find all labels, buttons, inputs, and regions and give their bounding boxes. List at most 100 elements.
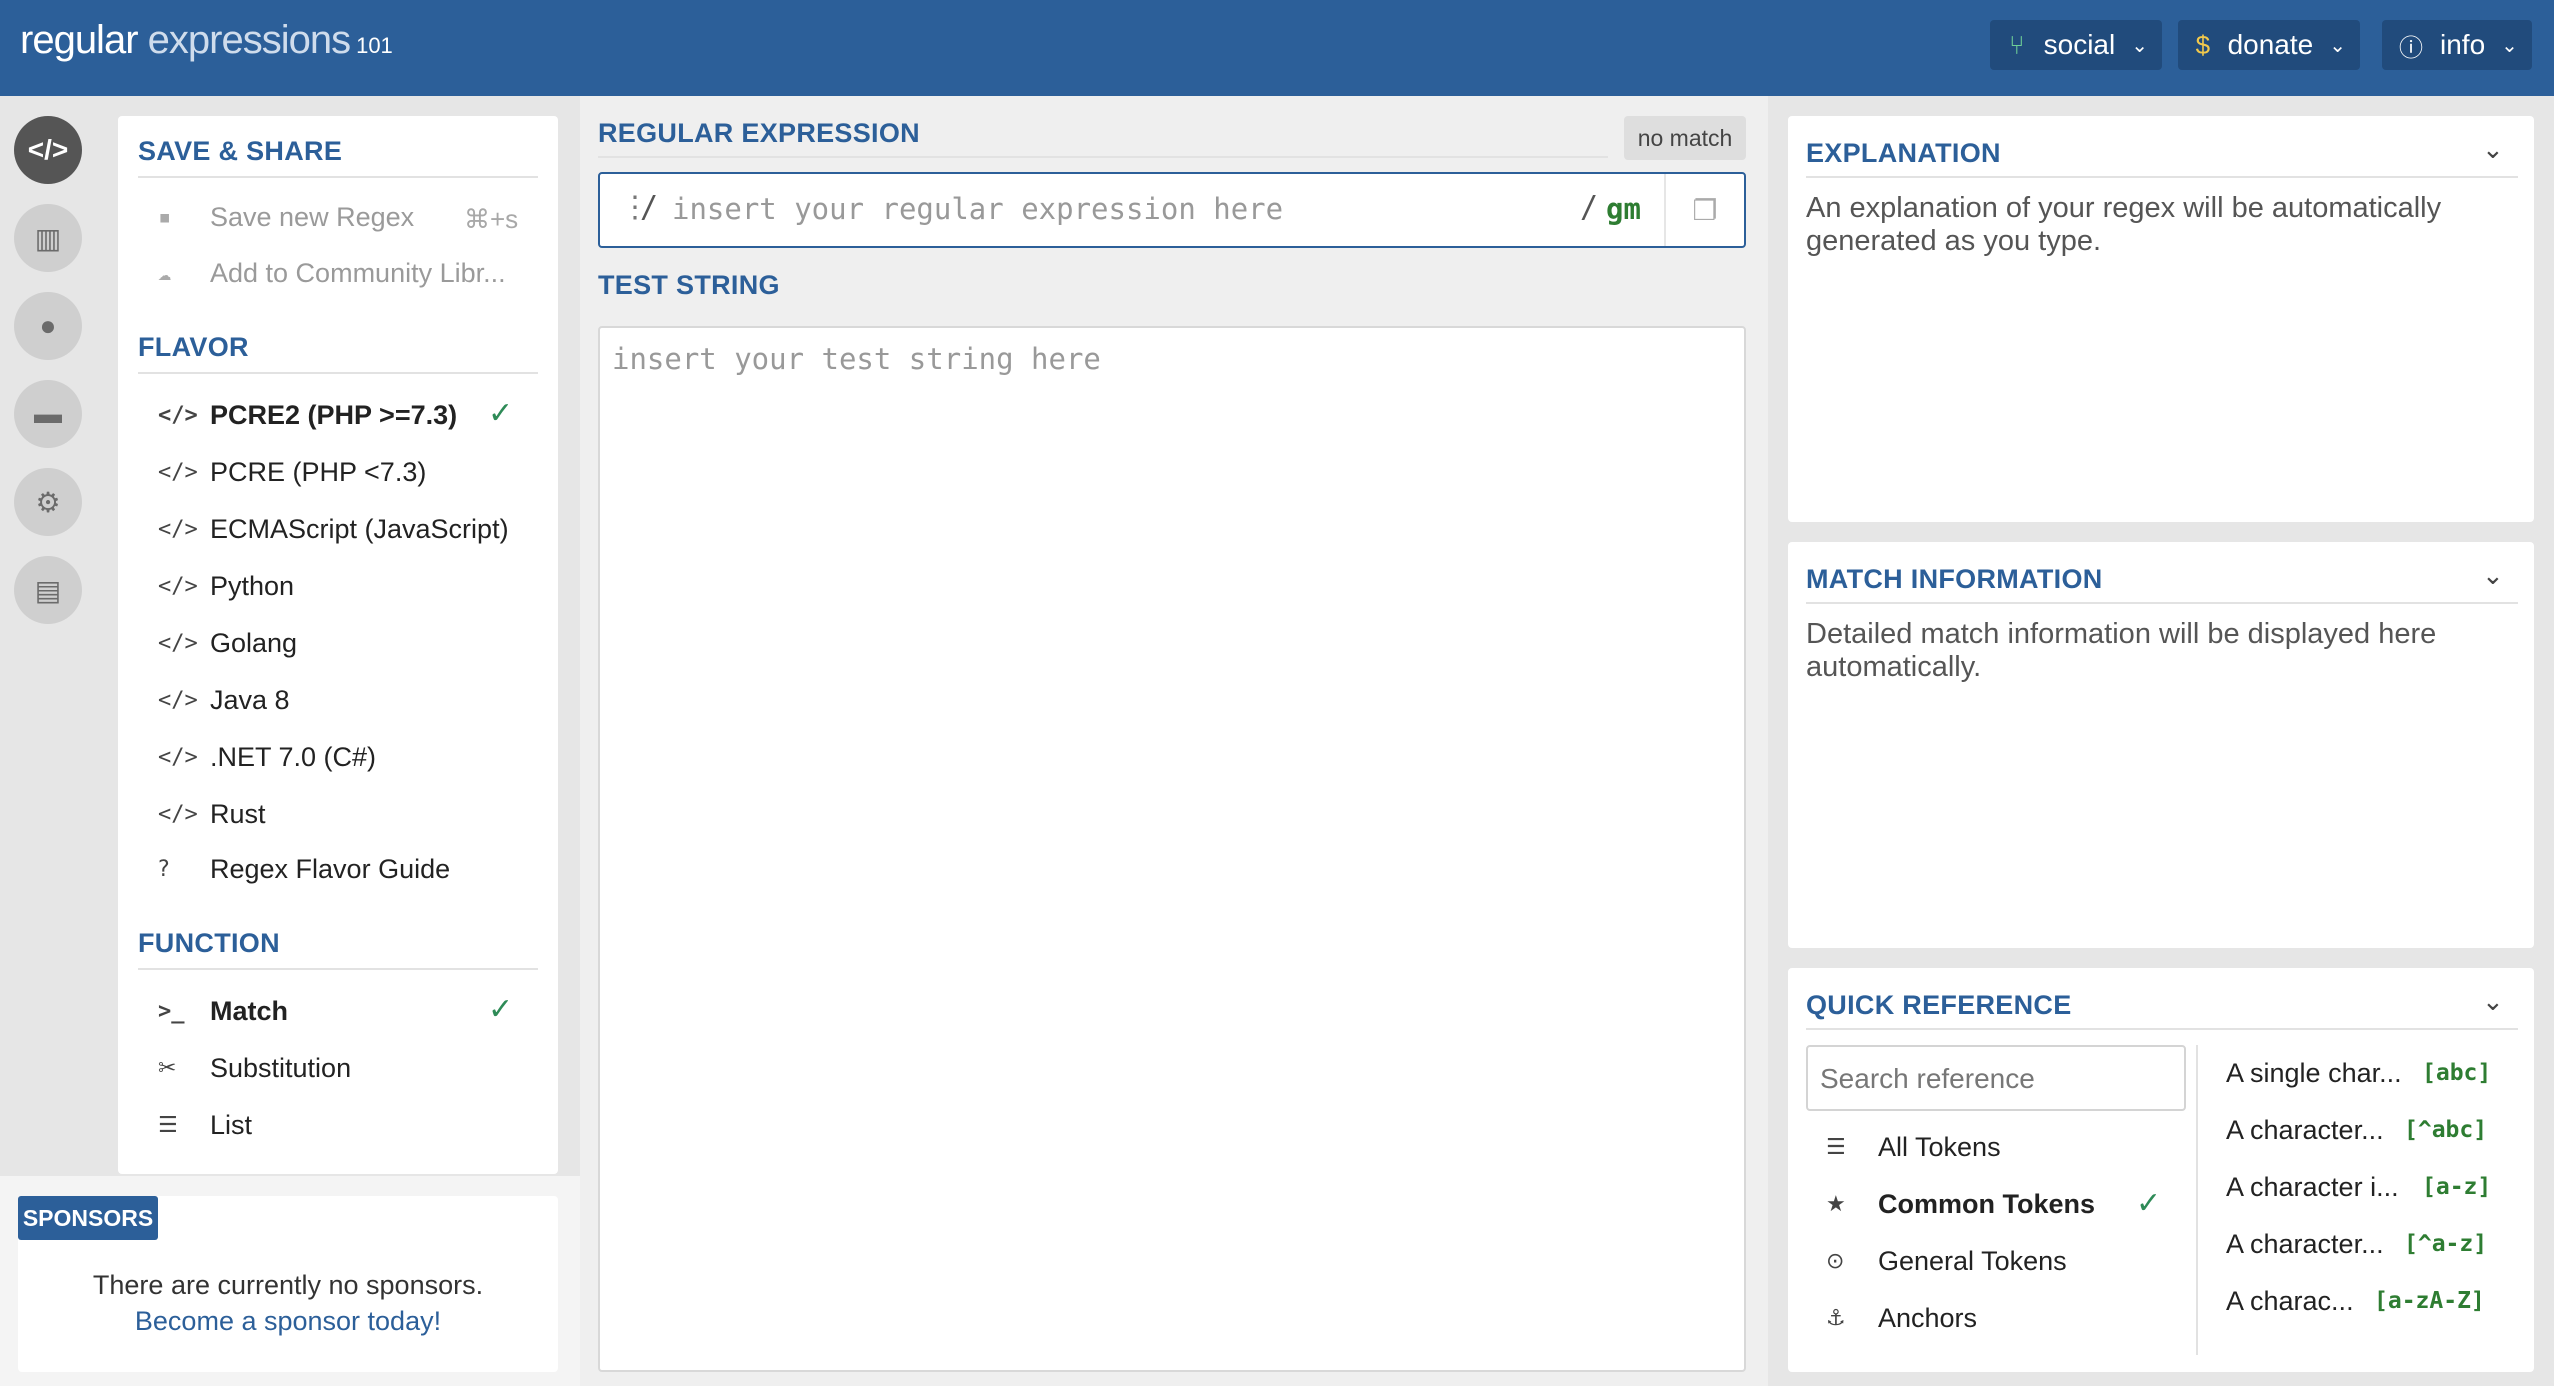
flavor-label: Java 8 bbox=[210, 685, 290, 715]
list-icon: ☰ bbox=[158, 1113, 178, 1138]
function-list[interactable]: ☰ List bbox=[158, 1110, 252, 1141]
flavor-dotnet[interactable]: </> .NET 7.0 (C#) bbox=[158, 742, 376, 773]
stack-icon: ☰ bbox=[1826, 1135, 1846, 1160]
divider bbox=[138, 176, 538, 178]
function-substitution[interactable]: ✂ Substitution bbox=[158, 1053, 351, 1084]
check-icon: ✓ bbox=[488, 993, 514, 1026]
function-match[interactable]: >_ Match bbox=[158, 996, 288, 1027]
test-string-area[interactable]: insert your test string here bbox=[598, 326, 1746, 1372]
flavor-label: Regex Flavor Guide bbox=[210, 854, 451, 884]
regex-open-delimiter: / bbox=[640, 190, 659, 225]
flavor-java[interactable]: </> Java 8 bbox=[158, 685, 290, 716]
token-desc: A character... bbox=[2226, 1229, 2384, 1259]
token-item[interactable]: A single char... [abc] bbox=[2226, 1058, 2491, 1089]
chevron-down-icon[interactable]: ⌄ bbox=[2482, 986, 2504, 1017]
save-regex-item[interactable]: ▪ Save new Regex bbox=[158, 202, 414, 233]
code-icon: </> bbox=[158, 688, 198, 713]
category-all-tokens[interactable]: ☰ All Tokens bbox=[1826, 1132, 2001, 1163]
flavor-golang[interactable]: </> Golang bbox=[158, 628, 297, 659]
info-label: info bbox=[2440, 29, 2486, 60]
social-button[interactable]: ⑂ social ⌄ bbox=[1990, 20, 2162, 70]
token-code: [^abc] bbox=[2404, 1117, 2488, 1143]
sponsors-tag: SPONSORS bbox=[18, 1196, 158, 1240]
target-icon: ⊙ bbox=[1826, 1249, 1845, 1274]
chat-icon: ▤ bbox=[34, 574, 62, 606]
regex-close-delimiter: / bbox=[1580, 190, 1599, 225]
become-sponsor-link[interactable]: Become a sponsor today! bbox=[135, 1306, 441, 1336]
divider bbox=[1806, 1028, 2518, 1030]
chat-rail-button[interactable]: ▤ bbox=[14, 556, 82, 624]
category-label: Anchors bbox=[1878, 1303, 1978, 1333]
user-icon: ● bbox=[39, 310, 57, 341]
editor-rail-button[interactable]: </> bbox=[14, 116, 82, 184]
regex-flags[interactable]: gm bbox=[1606, 192, 1641, 226]
token-desc: A charac... bbox=[2226, 1286, 2354, 1316]
flavor-label: Golang bbox=[210, 628, 298, 658]
icon-rail: </> ▥ ● ▬ ⚙ ▤ bbox=[0, 96, 98, 1176]
code-icon: </> bbox=[158, 517, 198, 542]
category-label: All Tokens bbox=[1878, 1132, 2001, 1162]
match-info-text: Detailed match information will be displ… bbox=[1806, 618, 2437, 683]
flavor-label: PCRE (PHP <7.3) bbox=[210, 457, 427, 487]
flavor-label: ECMAScript (JavaScript) bbox=[210, 514, 509, 544]
settings-rail-button[interactable]: ⚙ bbox=[14, 468, 82, 536]
gear-icon: ⚙ bbox=[35, 486, 61, 518]
search-reference-box bbox=[1806, 1045, 2186, 1111]
copy-icon[interactable]: ❐ bbox=[1664, 174, 1744, 246]
top-header: regular expressions 101 ⑂ social ⌄ $ dona… bbox=[0, 0, 2554, 96]
info-icon: ⓘ bbox=[2399, 34, 2423, 62]
token-item[interactable]: A charac... [a-zA-Z] bbox=[2226, 1286, 2485, 1317]
divider bbox=[138, 968, 538, 970]
flavor-python[interactable]: </> Python bbox=[158, 571, 294, 602]
star-icon: ★ bbox=[1826, 1192, 1846, 1217]
check-icon: ✓ bbox=[2136, 1187, 2162, 1220]
token-code: [a-zA-Z] bbox=[2374, 1288, 2485, 1314]
help-circle-icon: ? bbox=[158, 857, 170, 882]
info-button[interactable]: ⓘ info ⌄ bbox=[2382, 20, 2532, 70]
code-icon: </> bbox=[158, 403, 198, 428]
chevron-down-icon[interactable]: ⌄ bbox=[2482, 134, 2504, 165]
flavor-guide[interactable]: ? Regex Flavor Guide bbox=[158, 854, 450, 885]
logo[interactable]: regular expressions 101 bbox=[20, 18, 393, 63]
flavor-pcre2[interactable]: </> PCRE2 (PHP >=7.3) bbox=[158, 400, 457, 431]
no-sponsors-text: There are currently no sponsors. bbox=[92, 1270, 484, 1300]
regex-input[interactable]: insert your regular expression here bbox=[672, 192, 1283, 226]
token-item[interactable]: A character... [^abc] bbox=[2226, 1115, 2487, 1146]
token-item[interactable]: A character i... [a-z] bbox=[2226, 1172, 2491, 1203]
divider bbox=[1806, 176, 2518, 178]
token-item[interactable]: A character... [^a-z] bbox=[2226, 1229, 2487, 1260]
flavor-ecmascript[interactable]: </> ECMAScript (JavaScript) bbox=[158, 514, 509, 545]
function-label: Match bbox=[210, 996, 289, 1026]
library-rail-button[interactable]: ▥ bbox=[14, 204, 82, 272]
chevron-down-icon: ⌄ bbox=[2329, 34, 2346, 57]
token-desc: A single char... bbox=[2226, 1058, 2402, 1088]
test-string-input[interactable]: insert your test string here bbox=[612, 342, 1101, 376]
category-common-tokens[interactable]: ★ Common Tokens bbox=[1826, 1189, 2095, 1220]
code-icon: </> bbox=[158, 745, 198, 770]
add-community-item[interactable]: ☁ Add to Community Libr... bbox=[158, 258, 506, 289]
scissors-icon: ✂ bbox=[158, 1056, 177, 1081]
donate-button[interactable]: $ donate ⌄ bbox=[2178, 20, 2360, 70]
category-label: Common Tokens bbox=[1878, 1189, 2096, 1219]
quiz-rail-button[interactable]: ▬ bbox=[14, 380, 82, 448]
category-general-tokens[interactable]: ⊙ General Tokens bbox=[1826, 1246, 2067, 1277]
function-title: FUNCTION bbox=[138, 928, 280, 958]
category-anchors[interactable]: ⚓ Anchors bbox=[1826, 1303, 1977, 1334]
regex-input-box[interactable]: ⋮ / insert your regular expression here … bbox=[598, 172, 1746, 248]
flavor-label: Rust bbox=[210, 799, 266, 829]
flavor-label: Python bbox=[210, 571, 295, 601]
match-status-badge: no match bbox=[1624, 116, 1746, 160]
account-rail-button[interactable]: ● bbox=[14, 292, 82, 360]
chevron-down-icon[interactable]: ⌄ bbox=[2482, 560, 2504, 591]
sidebar-panel: SAVE & SHARE ▪ Save new Regex ⌘+s ☁ Add to… bbox=[118, 116, 558, 1174]
code-icon: </> bbox=[158, 460, 198, 485]
flavor-pcre[interactable]: </> PCRE (PHP <7.3) bbox=[158, 457, 426, 488]
branch-icon: ⑂ bbox=[2009, 29, 2025, 60]
save-regex-label: Save new Regex bbox=[210, 202, 415, 232]
search-reference-input[interactable] bbox=[1820, 1059, 2170, 1099]
save-icon: ▪ bbox=[158, 205, 172, 230]
explanation-text: An explanation of your regex will be aut… bbox=[1806, 192, 2442, 257]
flavor-rust[interactable]: </> Rust bbox=[158, 799, 266, 830]
logo-main: regular bbox=[20, 18, 139, 62]
cloud-upload-icon: ☁ bbox=[158, 261, 172, 286]
